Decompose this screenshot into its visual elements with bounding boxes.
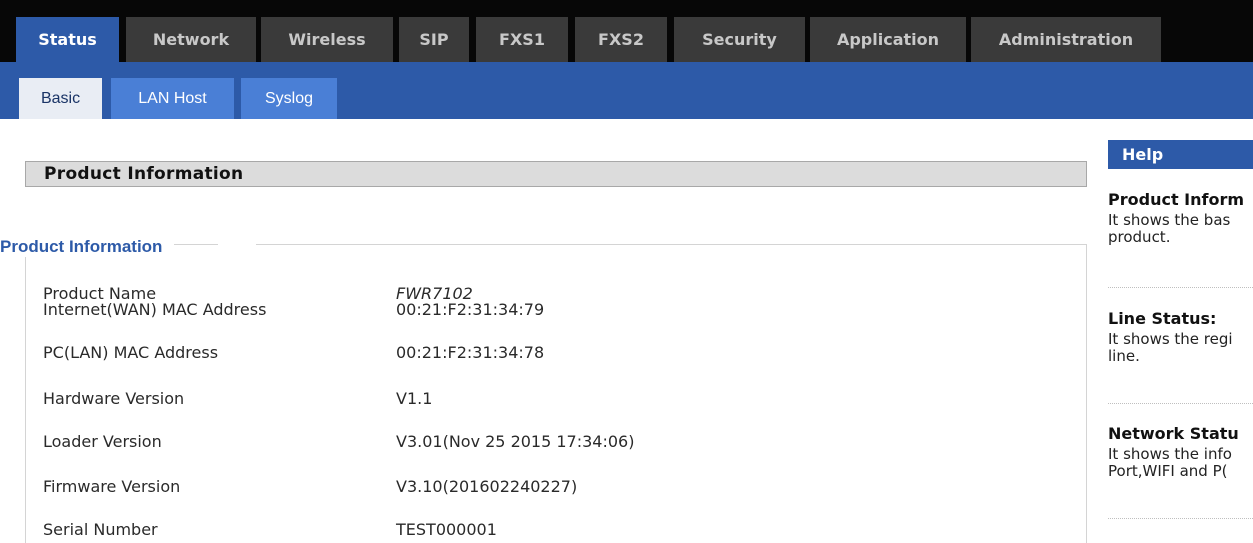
help-header: Help [1108,140,1253,169]
tab-security[interactable]: Security [674,17,805,62]
help-title-product: Product Inform [1108,190,1245,209]
subtab-syslog[interactable]: Syslog [241,78,337,119]
help-text-network-status: It shows the info Port,WIFI and P( [1108,446,1253,480]
help-text-line-status: It shows the regi line. [1108,331,1253,365]
subtab-basic[interactable]: Basic [19,78,102,119]
section-header: Product Information [25,161,1087,187]
help-text-line: line. [1108,347,1140,365]
tab-fxs2[interactable]: FXS2 [575,17,667,62]
row-value: V3.10(201602240227) [396,477,578,496]
tab-network[interactable]: Network [126,17,256,62]
row-label: PC(LAN) MAC Address [43,343,219,362]
fieldset-legend: Product Information [0,237,175,257]
help-title-line-status: Line Status: [1108,309,1217,328]
help-divider [1108,403,1253,404]
row-label: Loader Version [43,432,162,451]
help-text-line: product. [1108,228,1171,246]
tab-status[interactable]: Status [16,17,119,62]
tab-sip[interactable]: SIP [399,17,469,62]
help-divider [1108,518,1253,519]
fieldset-border-left [25,244,26,543]
row-label: Hardware Version [43,389,185,408]
legend-gap [218,240,256,248]
help-text-line: Port,WIFI and P( [1108,462,1228,480]
help-divider [1108,287,1253,288]
row-label: Serial Number [43,520,158,539]
top-nav: Status Network Wireless SIP FXS1 FXS2 Se… [0,0,1253,62]
row-label: Internet(WAN) MAC Address [43,300,267,319]
info-fieldset [25,244,1087,543]
help-title-network-status: Network Statu [1108,424,1239,443]
row-value: 00:21:F2:31:34:79 [396,300,545,319]
row-value: V3.01(Nov 25 2015 17:34:06) [396,432,635,451]
row-label: Firmware Version [43,477,181,496]
help-text-line: It shows the bas [1108,212,1231,229]
row-value: 00:21:F2:31:34:78 [396,343,545,362]
help-text-line: It shows the info [1108,446,1232,463]
subtab-lan-host[interactable]: LAN Host [111,78,234,119]
help-text-line: It shows the regi [1108,331,1233,348]
tab-wireless[interactable]: Wireless [261,17,393,62]
tab-application[interactable]: Application [810,17,966,62]
tab-administration[interactable]: Administration [971,17,1161,62]
row-value: TEST000001 [396,520,497,539]
row-value: V1.1 [396,389,433,408]
tab-fxs1[interactable]: FXS1 [476,17,568,62]
sub-nav: Basic LAN Host Syslog [0,62,1253,119]
help-text-product: It shows the bas product. [1108,212,1253,246]
